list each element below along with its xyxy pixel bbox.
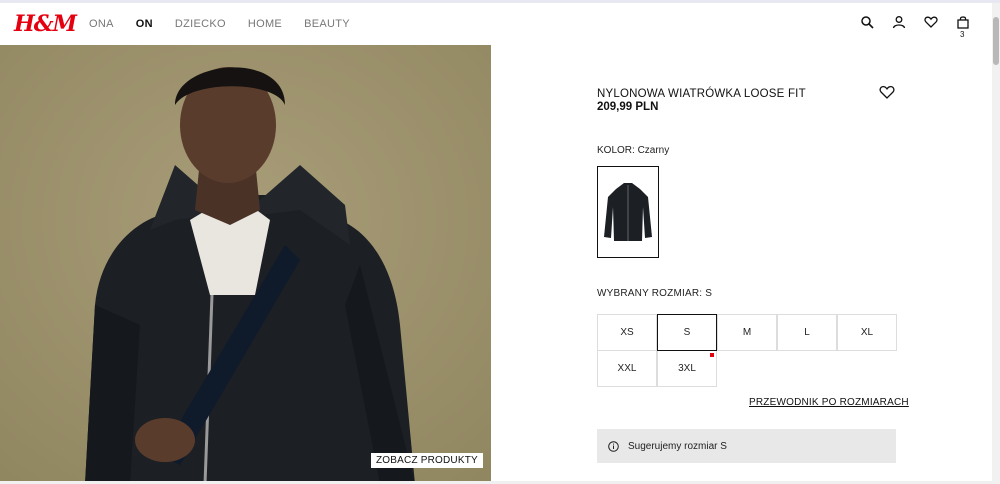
cart-count-badge: 3 (960, 30, 965, 39)
nav-item-ona[interactable]: ONA (89, 18, 114, 30)
product-photo[interactable]: ZOBACZ PRODUKTY (0, 45, 491, 484)
size-option-s-label: S (683, 327, 691, 338)
size-option-s[interactable]: S (657, 314, 717, 351)
nav-item-on[interactable]: ON (136, 18, 153, 30)
size-option-3xl-label: 3XL (678, 363, 696, 374)
size-option-xxl[interactable]: XXL (597, 350, 657, 387)
size-guide-link[interactable]: PRZEWODNIK PO ROZMIARACH (749, 397, 909, 408)
main-nav: ONA ON DZIECKO HOME BEAUTY (89, 18, 372, 30)
size-option-xs[interactable]: XS (597, 314, 657, 351)
search-icon[interactable] (860, 15, 874, 29)
cart-button[interactable]: 3 (956, 15, 970, 39)
info-icon (608, 440, 619, 452)
jacket-thumbnail (604, 183, 652, 241)
size-selector: XS S M L XL XXL 3XL (597, 314, 897, 388)
size-option-m[interactable]: M (717, 314, 777, 351)
product-title: NYLONOWA WIATRÓWKA LOOSE FIT (597, 88, 806, 100)
nav-item-beauty[interactable]: BEAUTY (304, 18, 350, 30)
scrollbar-thumb[interactable] (993, 17, 999, 65)
add-to-favorites-icon[interactable] (879, 85, 895, 99)
color-swatch-black[interactable] (597, 166, 659, 258)
site-header: H&M ONA ON DZIECKO HOME BEAUTY 3 (0, 3, 992, 45)
size-suggestion-banner: Sugerujemy rozmiar S (597, 429, 896, 463)
size-option-xl[interactable]: XL (837, 314, 897, 351)
nav-item-home[interactable]: HOME (248, 18, 282, 30)
hm-logo[interactable]: H&M (14, 11, 77, 37)
low-stock-indicator (710, 353, 714, 357)
nav-item-dziecko[interactable]: DZIECKO (175, 18, 226, 30)
account-icon[interactable] (892, 15, 906, 29)
product-price: 209,99 PLN (597, 101, 659, 113)
see-products-button[interactable]: ZOBACZ PRODUKTY (371, 453, 483, 468)
size-suggestion-text: Sugerujemy rozmiar S (628, 440, 727, 452)
size-option-3xl[interactable]: 3XL (657, 350, 717, 387)
color-label: KOLOR: Czarny (597, 145, 670, 156)
model-photo-illustration (0, 45, 491, 484)
favorites-icon[interactable] (924, 15, 938, 29)
size-option-l[interactable]: L (777, 314, 837, 351)
selected-size-label: WYBRANY ROZMIAR: S (597, 288, 713, 299)
header-icons: 3 (860, 15, 970, 39)
page-scrollbar[interactable] (992, 3, 1000, 484)
cart-icon (957, 16, 969, 29)
